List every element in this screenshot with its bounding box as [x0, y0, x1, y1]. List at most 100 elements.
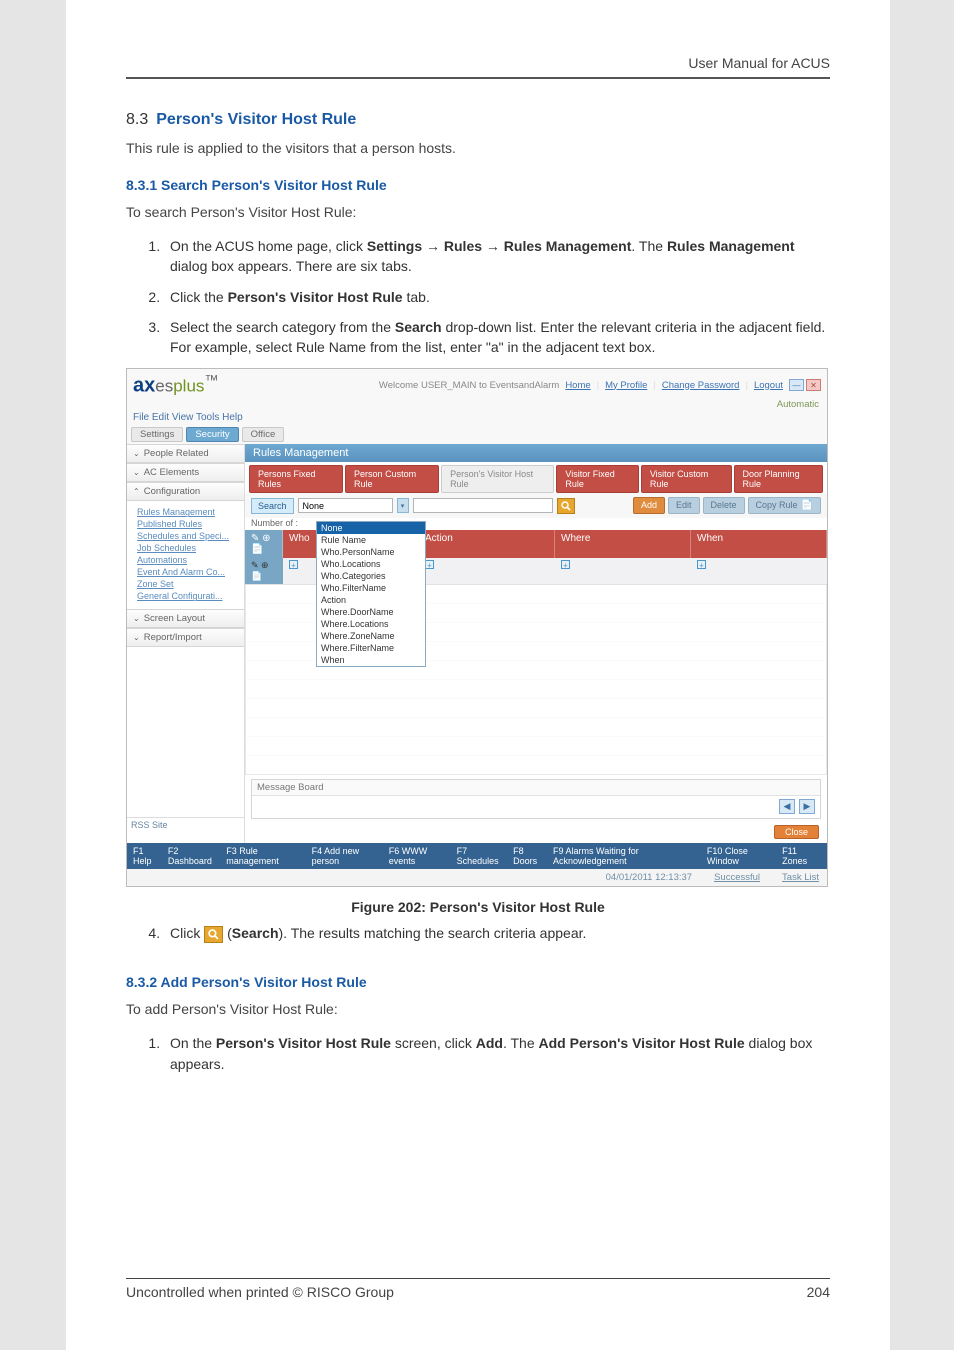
minimize-icon[interactable]: —	[789, 379, 804, 391]
search-icon[interactable]	[557, 498, 575, 514]
search-category-input[interactable]	[298, 498, 393, 513]
step-4: Click (Search). The results matching the…	[164, 923, 830, 943]
dropdown-item[interactable]: Rule Name	[317, 534, 425, 546]
sidebar-link[interactable]: Zone Set	[137, 579, 240, 589]
toolbar-security[interactable]: Security	[186, 427, 238, 442]
fkey[interactable]: F2 Dashboard	[168, 846, 220, 866]
sidebar: ⌄People Related ⌄AC Elements ⌃Configurat…	[127, 444, 245, 843]
message-board: Message Board ◀ ▶	[251, 779, 821, 819]
dropdown-item[interactable]: Where.Locations	[317, 618, 425, 630]
sidebar-screen[interactable]: ⌄Screen Layout	[127, 609, 244, 628]
dropdown-button[interactable]: ▾	[397, 498, 409, 513]
search-icon	[204, 926, 223, 943]
close-button[interactable]: Close	[774, 825, 819, 839]
section-intro: This rule is applied to the visitors tha…	[126, 139, 830, 159]
steps-list-1b: Click (Search). The results matching the…	[126, 923, 830, 943]
page-footer: Uncontrolled when printed © RISCO Group …	[126, 1278, 830, 1300]
welcome-text: Welcome USER_MAIN to EventsandAlarm	[379, 380, 559, 391]
fkey[interactable]: F3 Rule management	[226, 846, 305, 866]
tab-door-planning[interactable]: Door Planning Rule	[734, 465, 823, 493]
tab-person-custom[interactable]: Person Custom Rule	[345, 465, 439, 493]
expand-icon[interactable]: +	[561, 560, 570, 569]
fkey[interactable]: F9 Alarms Waiting for Acknowledgement	[553, 846, 701, 866]
expand-icon[interactable]: +	[289, 560, 298, 569]
sidebar-link[interactable]: General Configurati...	[137, 591, 240, 601]
dropdown-item[interactable]: Where.FilterName	[317, 642, 425, 654]
section-8-3-1: 8.3.1 Search Person's Visitor Host Rule	[126, 177, 830, 193]
close-icon[interactable]: ✕	[806, 379, 821, 391]
sidebar-link[interactable]: Job Schedules	[137, 543, 240, 553]
step-2: Click the Person's Visitor Host Rule tab…	[164, 287, 830, 307]
sidebar-config-panel: Rules Management Published Rules Schedul…	[127, 501, 244, 609]
home-link[interactable]: Home	[565, 380, 590, 391]
dropdown-item[interactable]: When	[317, 654, 425, 666]
dropdown-item[interactable]: Action	[317, 594, 425, 606]
fkey[interactable]: F6 WWW events	[389, 846, 451, 866]
sidebar-link[interactable]: Event And Alarm Co...	[137, 567, 240, 577]
sidebar-report[interactable]: ⌄Report/Import	[127, 628, 244, 647]
dropdown-item[interactable]: Who.Categories	[317, 570, 425, 582]
fkey[interactable]: F8 Doors	[513, 846, 547, 866]
search-dropdown[interactable]: None Rule Name Who.PersonName Who.Locati…	[316, 521, 426, 667]
expand-icon[interactable]: +	[697, 560, 706, 569]
fkey[interactable]: F10 Close Window	[707, 846, 776, 866]
add-button[interactable]: Add	[633, 497, 665, 514]
step-3: Select the search category from the Sear…	[164, 317, 830, 358]
dropdown-item[interactable]: Who.Locations	[317, 558, 425, 570]
sidebar-config[interactable]: ⌃Configuration	[127, 482, 244, 501]
next-icon[interactable]: ▶	[799, 799, 815, 814]
col-action[interactable]: Action	[419, 530, 555, 558]
sidebar-link[interactable]: Automations	[137, 555, 240, 565]
sub2-title: Add Person's Visitor Host Rule	[161, 974, 367, 990]
sub2-number: 8.3.2	[126, 974, 157, 990]
tab-persons-fixed[interactable]: Persons Fixed Rules	[249, 465, 343, 493]
fkey[interactable]: F4 Add new person	[312, 846, 383, 866]
expand-icon[interactable]: +	[425, 560, 434, 569]
tab-visitor-fixed[interactable]: Visitor Fixed Rule	[556, 465, 638, 493]
dropdown-item[interactable]: Who.PersonName	[317, 546, 425, 558]
sidebar-people[interactable]: ⌄People Related	[127, 444, 244, 463]
fkey[interactable]: F7 Schedules	[457, 846, 507, 866]
search-row: Search ▾ Add Edit Delete Copy Rule📄	[245, 493, 827, 518]
copyrule-button[interactable]: Copy Rule📄	[748, 497, 821, 514]
footer-page: 204	[807, 1284, 830, 1300]
toolbar-settings[interactable]: Settings	[131, 427, 183, 442]
delete-button[interactable]: Delete	[703, 497, 745, 514]
sidebar-link[interactable]: Published Rules	[137, 519, 240, 529]
app-screenshot: axesplus™ Welcome USER_MAIN to Eventsand…	[126, 368, 828, 888]
logo: axesplus™	[133, 373, 219, 398]
sidebar-ac[interactable]: ⌄AC Elements	[127, 463, 244, 482]
myprofile-link[interactable]: My Profile	[605, 380, 647, 391]
sidebar-link[interactable]: Schedules and Speci...	[137, 531, 240, 541]
sidebar-link[interactable]: Rules Management	[137, 507, 240, 517]
search-text-input[interactable]	[413, 498, 553, 513]
edit-button[interactable]: Edit	[668, 497, 700, 514]
numberof-label: Number of :	[251, 518, 298, 528]
tab-visitor-custom[interactable]: Visitor Custom Rule	[641, 465, 732, 493]
toolbar: Settings Security Office	[127, 425, 827, 444]
changepw-link[interactable]: Change Password	[662, 380, 740, 391]
dropdown-item-selected[interactable]: None	[317, 522, 425, 534]
sidebar-rss[interactable]: RSS Site	[127, 817, 244, 832]
status-tasklist[interactable]: Task List	[782, 872, 819, 883]
dropdown-item[interactable]: Where.DoorName	[317, 606, 425, 618]
col-when[interactable]: When	[691, 530, 827, 558]
logout-link[interactable]: Logout	[754, 380, 783, 391]
dropdown-item[interactable]: Who.FilterName	[317, 582, 425, 594]
section-title: Person's Visitor Host Rule	[156, 111, 356, 128]
row-tools[interactable]: ✎ ⊕ 📄	[245, 558, 283, 584]
col-where[interactable]: Where	[555, 530, 691, 558]
tab-row: Persons Fixed Rules Person Custom Rule P…	[245, 462, 827, 493]
fkey[interactable]: F1 Help	[133, 846, 162, 866]
chevron-down-icon: ⌄	[133, 468, 140, 477]
menubar[interactable]: File Edit View Tools Help	[127, 412, 827, 425]
sub1-title: Search Person's Visitor Host Rule	[161, 177, 387, 193]
prev-icon[interactable]: ◀	[779, 799, 795, 814]
steps-list-1: On the ACUS home page, click Settings → …	[126, 236, 830, 357]
dropdown-item[interactable]: Where.ZoneName	[317, 630, 425, 642]
tab-person-visitor-host[interactable]: Person's Visitor Host Rule	[441, 465, 554, 493]
toolbar-office[interactable]: Office	[242, 427, 285, 442]
status-successful[interactable]: Successful	[714, 872, 760, 883]
chevron-down-icon: ⌄	[133, 614, 140, 623]
fkey[interactable]: F11 Zones	[782, 846, 821, 866]
